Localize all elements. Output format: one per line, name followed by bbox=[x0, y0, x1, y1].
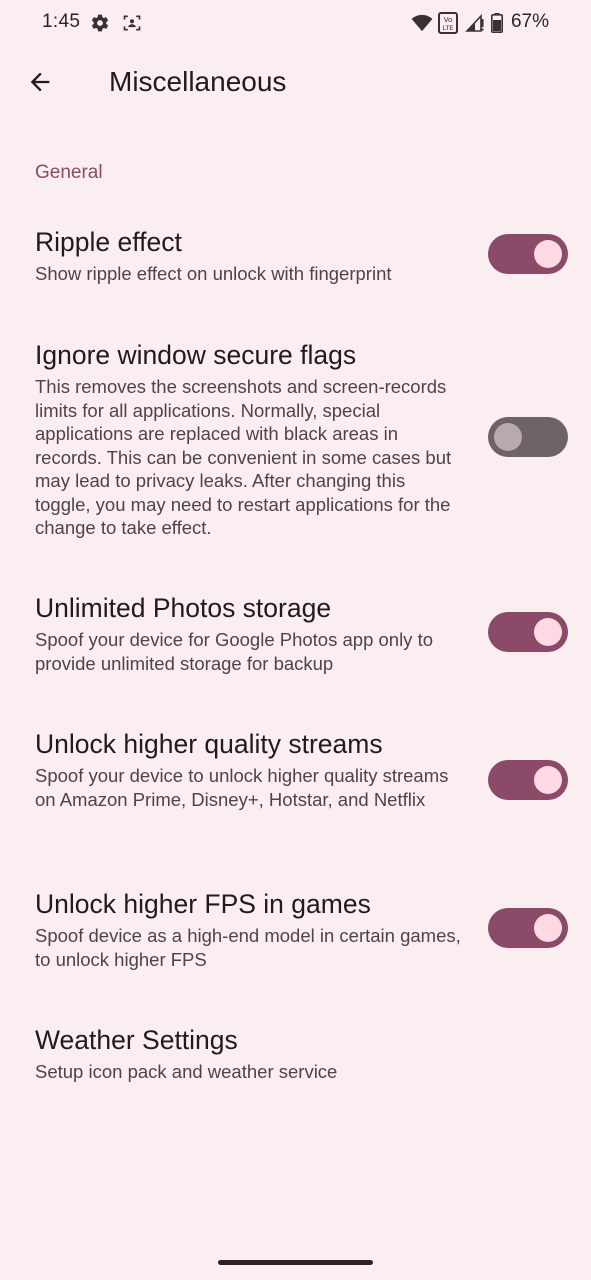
pref-title: Unlock higher FPS in games bbox=[35, 889, 371, 919]
status-time: 1:45 bbox=[42, 11, 81, 32]
pref-title: Ignore window secure flags bbox=[35, 340, 357, 370]
face-scan-icon bbox=[121, 12, 143, 34]
status-bar: 1:45 Vo LTE 67% bbox=[0, 0, 591, 46]
switch-thumb bbox=[534, 618, 562, 646]
pref-higher-quality-streams[interactable]: Unlock higher quality streams Spoof your… bbox=[35, 728, 465, 811]
switch-thumb bbox=[494, 423, 522, 451]
pref-title: Unlock higher quality streams bbox=[35, 729, 383, 759]
pref-higher-fps[interactable]: Unlock higher FPS in games Spoof device … bbox=[35, 888, 465, 971]
pref-title: Ripple effect bbox=[35, 227, 182, 257]
pref-unlimited-photos[interactable]: Unlimited Photos storage Spoof your devi… bbox=[35, 592, 465, 675]
higher-fps-switch[interactable] bbox=[488, 908, 568, 948]
svg-text:Vo: Vo bbox=[444, 16, 453, 24]
pref-title: Unlimited Photos storage bbox=[35, 593, 332, 623]
battery-icon bbox=[489, 12, 505, 34]
back-button[interactable] bbox=[16, 60, 64, 108]
pref-ripple-effect[interactable]: Ripple effect Show ripple effect on unlo… bbox=[35, 226, 465, 286]
gear-icon bbox=[89, 12, 111, 34]
svg-text:LTE: LTE bbox=[443, 24, 454, 32]
category-header-general: General bbox=[35, 162, 103, 183]
gesture-nav-handle[interactable] bbox=[218, 1260, 373, 1265]
pref-summary: Spoof your device to unlock higher quali… bbox=[35, 765, 449, 810]
switch-thumb bbox=[534, 914, 562, 942]
higher-quality-streams-switch[interactable] bbox=[488, 760, 568, 800]
pref-ignore-secure-flags[interactable]: Ignore window secure flags This removes … bbox=[35, 339, 465, 540]
pref-summary: This removes the screenshots and screen-… bbox=[35, 376, 452, 538]
unlimited-photos-switch[interactable] bbox=[488, 612, 568, 652]
signal-icon bbox=[464, 12, 486, 34]
pref-summary: Show ripple effect on unlock with finger… bbox=[35, 263, 392, 284]
pref-weather-settings[interactable]: Weather Settings Setup icon pack and wea… bbox=[35, 1024, 465, 1084]
battery-percent: 67% bbox=[510, 11, 549, 32]
pref-title: Weather Settings bbox=[35, 1025, 238, 1055]
arrow-back-icon bbox=[26, 68, 54, 101]
pref-summary: Spoof device as a high-end model in cert… bbox=[35, 925, 461, 970]
pref-summary: Setup icon pack and weather service bbox=[35, 1061, 338, 1082]
switch-thumb bbox=[534, 240, 562, 268]
page-title: Miscellaneous bbox=[109, 66, 287, 97]
volte-icon: Vo LTE bbox=[437, 12, 459, 34]
switch-thumb bbox=[534, 766, 562, 794]
app-bar: Miscellaneous bbox=[0, 46, 591, 122]
ignore-secure-flags-switch[interactable] bbox=[488, 417, 568, 457]
pref-summary: Spoof your device for Google Photos app … bbox=[35, 629, 434, 674]
wifi-icon bbox=[411, 12, 433, 34]
ripple-effect-switch[interactable] bbox=[488, 234, 568, 274]
